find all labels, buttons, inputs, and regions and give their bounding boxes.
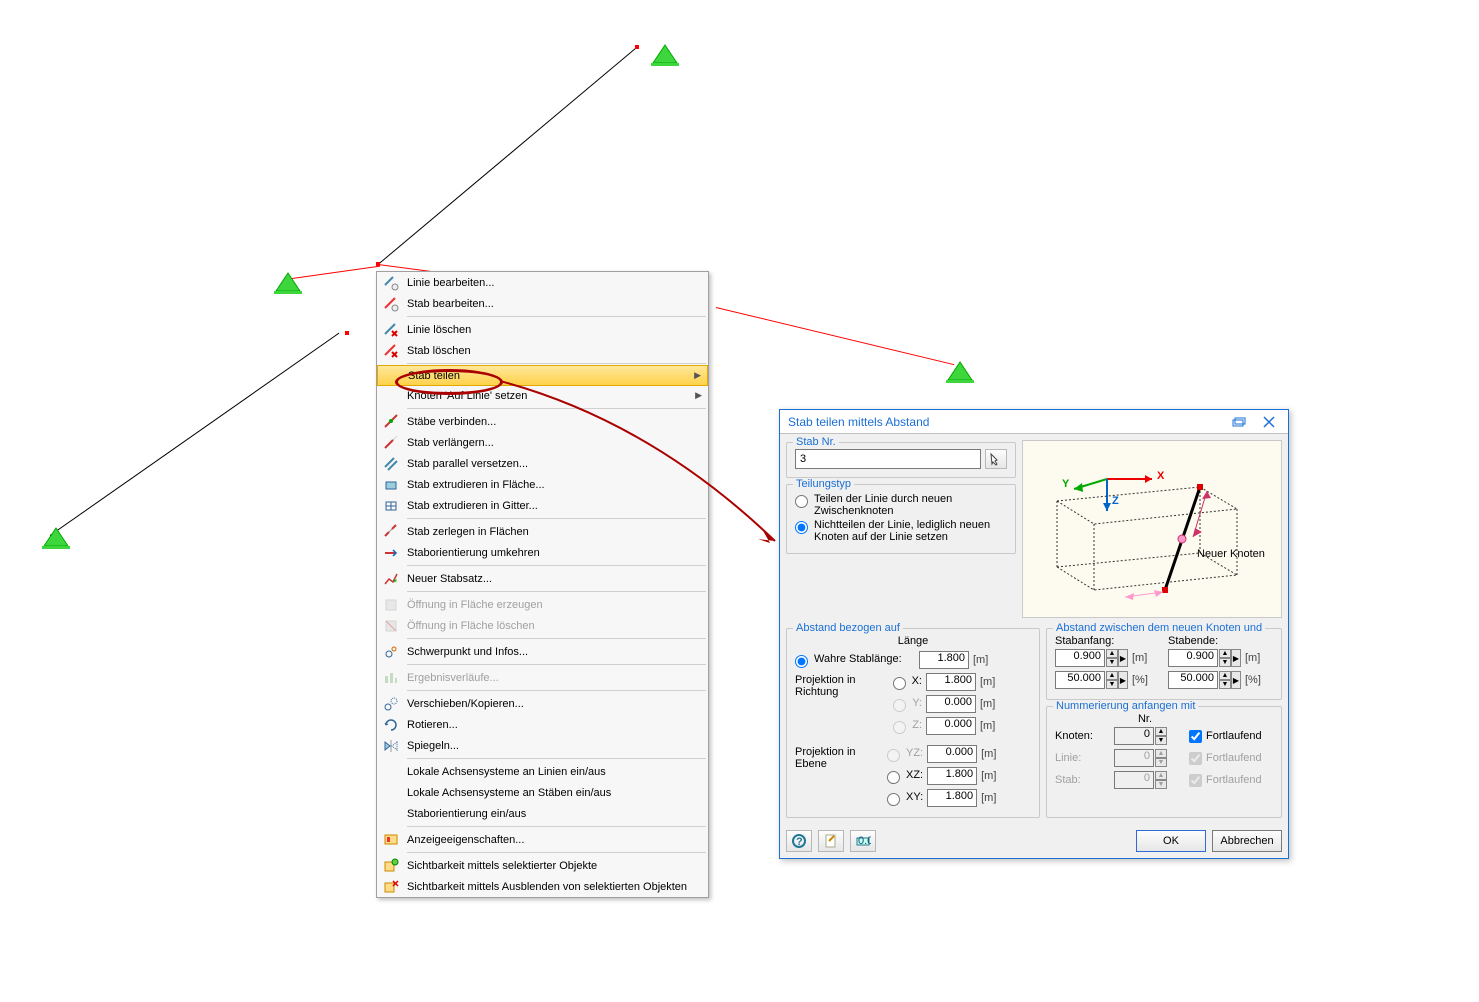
- units-button[interactable]: 0.00: [850, 830, 876, 852]
- col-nr: Nr.: [1115, 713, 1175, 725]
- len-true-value: 1.800: [919, 651, 969, 669]
- stabanfang-pct-input[interactable]: 50.000▲▼▶: [1055, 671, 1128, 689]
- radio-wahre-stab[interactable]: Wahre Stablänge:: [795, 653, 915, 668]
- menu-item-knoten-auf-linie[interactable]: Knoten 'Auf Linie' setzen▶: [377, 385, 708, 406]
- fortlaufend-linie-check: Fortlaufend: [1189, 752, 1262, 765]
- help-button[interactable]: [1224, 412, 1254, 432]
- teilungstyp-label: Teilungstyp: [793, 478, 854, 490]
- stabnr-input[interactable]: [795, 449, 981, 469]
- radio-nichtteilen[interactable]: Nichtteilen der Linie, lediglich neuen K…: [795, 519, 1007, 543]
- svg-text:Neuer Knoten: Neuer Knoten: [1197, 548, 1265, 560]
- linie-nr-input: 0▲▼: [1114, 749, 1167, 767]
- radio-teilen[interactable]: Teilen der Linie durch neuen Zwischenkno…: [795, 493, 1007, 517]
- numm-label: Nummerierung anfangen mit: [1053, 700, 1198, 712]
- stabende-label: Stabende:: [1168, 635, 1273, 647]
- stab-teilen-dialog: Stab teilen mittels Abstand Stab Nr. Tei…: [779, 409, 1289, 859]
- help-icon-button[interactable]: ?: [786, 830, 812, 852]
- svg-text:0.00: 0.00: [858, 835, 871, 847]
- menu-item-zerlegen-flaechen[interactable]: Stab zerlegen in Flächen: [377, 521, 708, 542]
- menu-item-stab-bearbeiten[interactable]: Stab bearbeiten...: [377, 293, 708, 314]
- menu-item-orientierung-einaus[interactable]: Staborientierung ein/aus: [377, 803, 708, 824]
- stab-nr-input: 0▲▼: [1114, 771, 1167, 789]
- svg-text:Z: Z: [1112, 495, 1119, 507]
- support-icon: [650, 43, 680, 69]
- menu-item-achsen-staeben[interactable]: Lokale Achsensysteme an Stäben ein/aus: [377, 782, 708, 803]
- menu-item-schwerpunkt[interactable]: Schwerpunkt und Infos...: [377, 641, 708, 662]
- stabanfang-m-input[interactable]: 0.900▲▼▶: [1055, 649, 1128, 667]
- menu-item-stab-loeschen[interactable]: Stab löschen: [377, 340, 708, 361]
- menu-item-oeffnung-loeschen: Öffnung in Fläche löschen: [377, 615, 708, 636]
- submenu-arrow-icon: ▶: [695, 390, 702, 401]
- proj-ebene-label: Projektion in Ebene: [795, 743, 887, 809]
- menu-item-stab-verlaengern[interactable]: Stab verlängern...: [377, 432, 708, 453]
- radio-xz[interactable]: XZ:: [887, 769, 923, 784]
- proj-richtung-label: Projektion in Richtung: [795, 671, 887, 737]
- radio-x[interactable]: X:: [887, 675, 922, 690]
- menu-item-extrudieren-flaeche[interactable]: Stab extrudieren in Fläche...: [377, 474, 708, 495]
- radio-yz: YZ:: [887, 747, 923, 762]
- abst-zw-label: Abstand zwischen dem neuen Knoten und: [1053, 622, 1265, 634]
- dialog-title: Stab teilen mittels Abstand: [788, 415, 1224, 429]
- close-button[interactable]: [1254, 412, 1284, 432]
- menu-item-verschieben[interactable]: Verschieben/Kopieren...: [377, 693, 708, 714]
- menu-item-rotieren[interactable]: Rotieren...: [377, 714, 708, 735]
- fortlaufend-stab-check: Fortlaufend: [1189, 774, 1262, 787]
- menu-item-achsen-linien[interactable]: Lokale Achsensysteme an Linien ein/aus: [377, 761, 708, 782]
- pick-member-button[interactable]: [985, 449, 1007, 469]
- ok-button[interactable]: OK: [1136, 830, 1206, 852]
- submenu-arrow-icon: ▶: [694, 370, 701, 381]
- radio-z: Z:: [887, 719, 922, 734]
- svg-text:Y: Y: [1062, 478, 1070, 490]
- menu-item-anzeigeeigenschaften[interactable]: Anzeigeeigenschaften...: [377, 829, 708, 850]
- knoten-nr-input[interactable]: 0▲▼: [1114, 727, 1167, 745]
- menu-item-extrudieren-gitter[interactable]: Stab extrudieren in Gitter...: [377, 495, 708, 516]
- context-menu: Linie bearbeiten... Stab bearbeiten... L…: [376, 271, 709, 898]
- knoten-label: Knoten:: [1055, 730, 1110, 742]
- linie-label: Linie:: [1055, 752, 1110, 764]
- menu-item-ergebnisverlaeufe: Ergebnisverläufe...: [377, 667, 708, 688]
- support-icon: [945, 360, 975, 386]
- stabende-m-input[interactable]: 0.900▲▼▶: [1168, 649, 1241, 667]
- support-icon: [41, 526, 71, 552]
- menu-item-staebe-verbinden[interactable]: Stäbe verbinden...: [377, 411, 708, 432]
- menu-item-stab-teilen[interactable]: Stab teilen▶: [377, 365, 708, 386]
- fortlaufend-knoten-check[interactable]: Fortlaufend: [1189, 730, 1262, 743]
- stabnr-label: Stab Nr.: [793, 436, 839, 448]
- menu-item-linie-loeschen[interactable]: Linie löschen: [377, 319, 708, 340]
- menu-item-stab-parallel[interactable]: Stab parallel versetzen...: [377, 453, 708, 474]
- menu-item-linie-bearbeiten[interactable]: Linie bearbeiten...: [377, 272, 708, 293]
- menu-item-orientierung-umkehren[interactable]: Staborientierung umkehren: [377, 542, 708, 563]
- stabanfang-label: Stabanfang:: [1055, 635, 1160, 647]
- menu-item-sichtbarkeit-ausblenden[interactable]: Sichtbarkeit mittels Ausblenden von sele…: [377, 876, 708, 897]
- radio-xy[interactable]: XY:: [887, 791, 923, 806]
- notes-button[interactable]: [818, 830, 844, 852]
- cancel-button[interactable]: Abbrechen: [1212, 830, 1282, 852]
- menu-item-neuer-stabsatz[interactable]: *Neuer Stabsatz...: [377, 568, 708, 589]
- menu-item-spiegeln[interactable]: Spiegeln...: [377, 735, 708, 756]
- svg-text:X: X: [1157, 470, 1165, 482]
- menu-item-oeffnung-erzeugen: Öffnung in Fläche erzeugen: [377, 594, 708, 615]
- stabende-pct-input[interactable]: 50.000▲▼▶: [1168, 671, 1241, 689]
- col-laenge: Länge: [795, 635, 1031, 647]
- menu-item-sichtbarkeit-selektiert[interactable]: Sichtbarkeit mittels selektierter Objekt…: [377, 855, 708, 876]
- radio-y: Y:: [887, 697, 922, 712]
- svg-text:*: *: [393, 577, 398, 587]
- svg-text:?: ?: [796, 836, 803, 848]
- preview-panel: X Y Z: [1022, 440, 1282, 618]
- stab-label: Stab:: [1055, 774, 1110, 786]
- abstand-label: Abstand bezogen auf: [793, 622, 903, 634]
- support-icon: [273, 271, 303, 297]
